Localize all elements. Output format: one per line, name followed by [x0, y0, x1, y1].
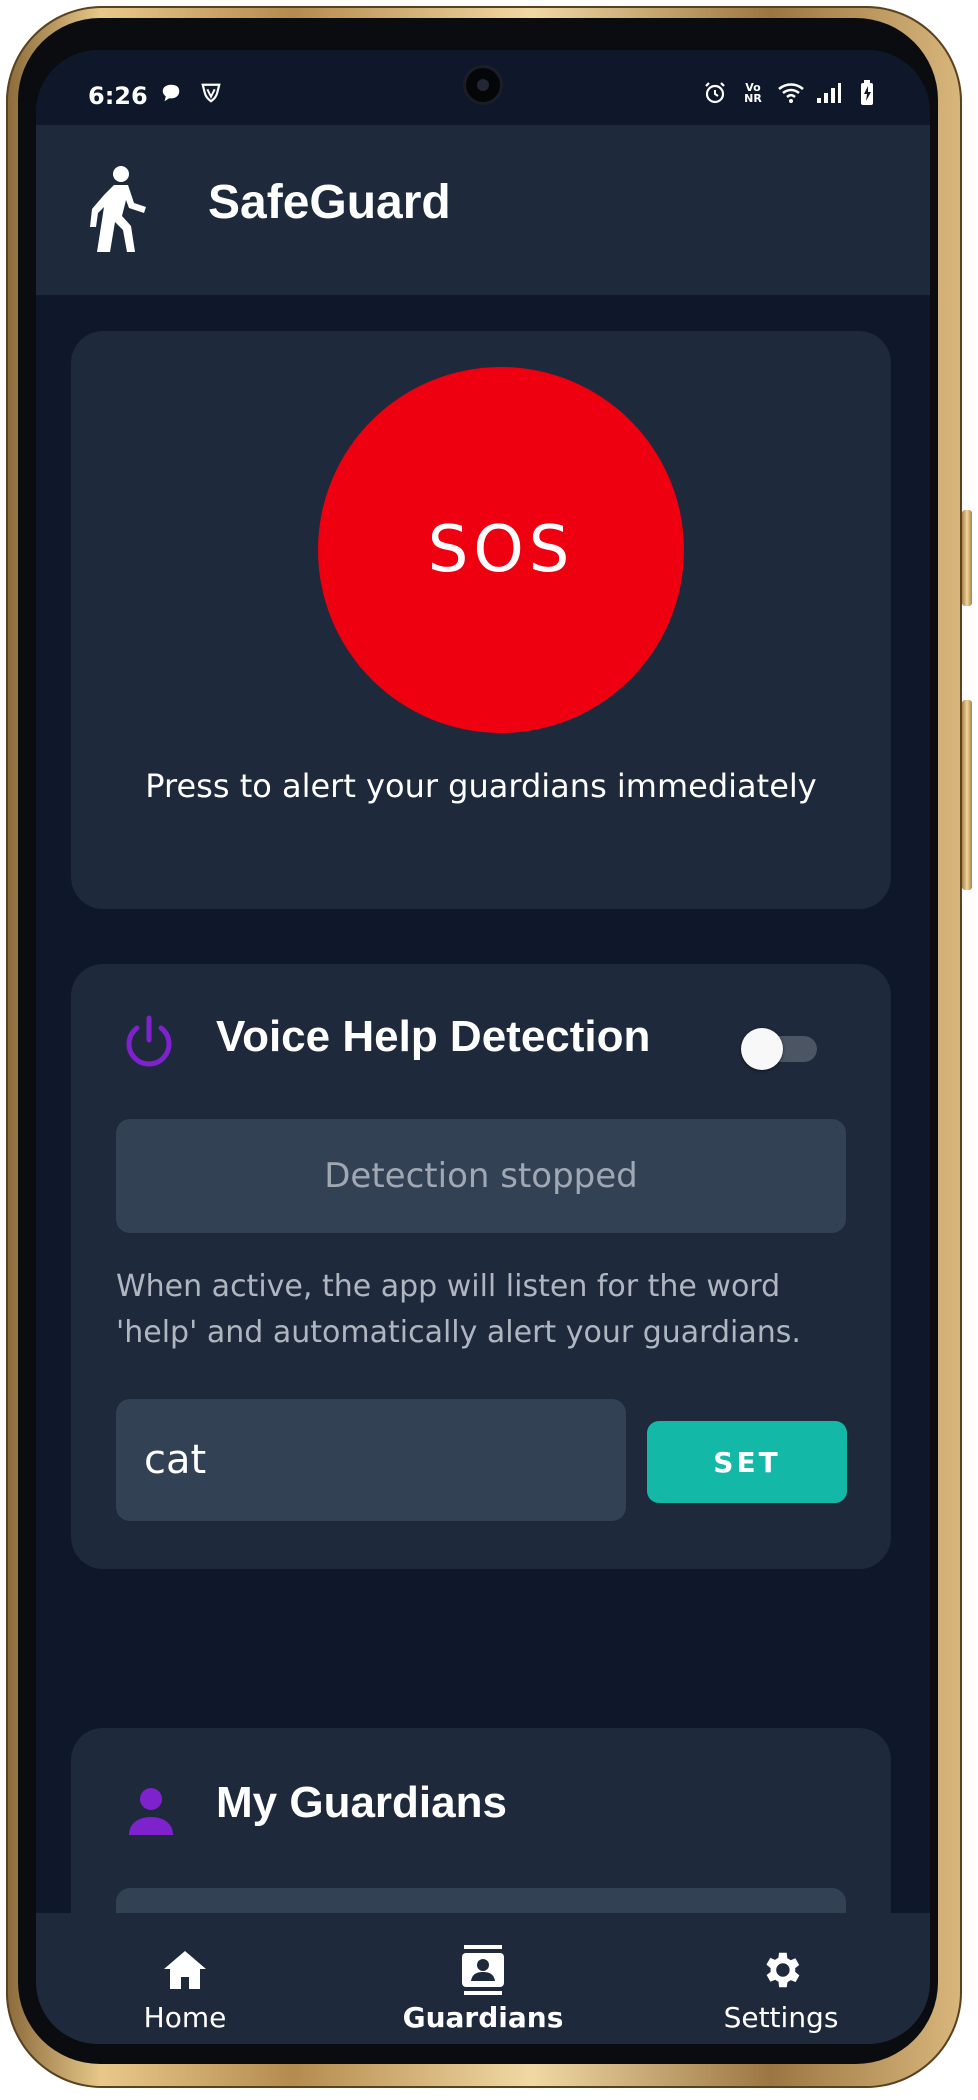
- nav-settings[interactable]: Settings: [632, 1913, 930, 2044]
- vonr-icon: Vo NR: [740, 80, 766, 106]
- voice-detection-title: Voice Help Detection: [216, 1012, 651, 1061]
- person-icon: [129, 1788, 173, 1835]
- bottom-nav: Home Guardians Settings: [36, 1913, 930, 2044]
- volume-button: [962, 510, 972, 606]
- voice-detection-description: When active, the app will listen for the…: [116, 1269, 801, 1350]
- app-header: SafeGuard: [36, 125, 930, 295]
- vpn-shield-icon: [198, 80, 224, 106]
- front-camera: [466, 68, 500, 102]
- nav-home[interactable]: Home: [36, 1913, 334, 2044]
- sos-button[interactable]: SOS: [318, 367, 684, 733]
- chat-bubble-icon: [158, 80, 184, 106]
- wifi-icon: [778, 80, 804, 106]
- sos-card: SOS Press to alert your guardians immedi…: [71, 331, 891, 909]
- signal-icon: [816, 80, 842, 106]
- status-bar: 6:26 Vo NR: [36, 50, 930, 125]
- contact-card-icon: [458, 1945, 508, 1995]
- toggle-thumb: [741, 1028, 783, 1070]
- vonr-text: Vo NR: [744, 81, 762, 105]
- sos-caption: Press to alert your guardians immediatel…: [145, 767, 817, 805]
- gear-icon: [756, 1945, 806, 1995]
- home-icon: [160, 1945, 210, 1995]
- nav-guardians-label: Guardians: [402, 2001, 564, 2034]
- battery-charging-icon: [854, 80, 880, 106]
- keyword-input[interactable]: [116, 1399, 626, 1521]
- nav-home-label: Home: [143, 2001, 227, 2034]
- detection-status-text: Detection stopped: [324, 1156, 638, 1196]
- guardians-title: My Guardians: [216, 1778, 507, 1827]
- power-icon: [126, 1015, 172, 1067]
- detection-status: Detection stopped: [116, 1119, 846, 1233]
- nav-settings-label: Settings: [723, 2001, 839, 2034]
- voice-detection-toggle[interactable]: [741, 1026, 817, 1070]
- walking-person-icon: [90, 166, 146, 252]
- app-title: SafeGuard: [208, 176, 451, 229]
- voice-detection-card: Voice Help Detection Detection stopped W…: [71, 964, 891, 1569]
- screen: 6:26 Vo NR SafeGuard SOS Press to alert …: [36, 50, 930, 2044]
- status-time: 6:26: [88, 82, 148, 110]
- power-side-button: [962, 700, 972, 890]
- nav-guardians[interactable]: Guardians: [334, 1913, 632, 2044]
- set-keyword-button[interactable]: SET: [647, 1421, 847, 1503]
- alarm-icon: [702, 80, 728, 106]
